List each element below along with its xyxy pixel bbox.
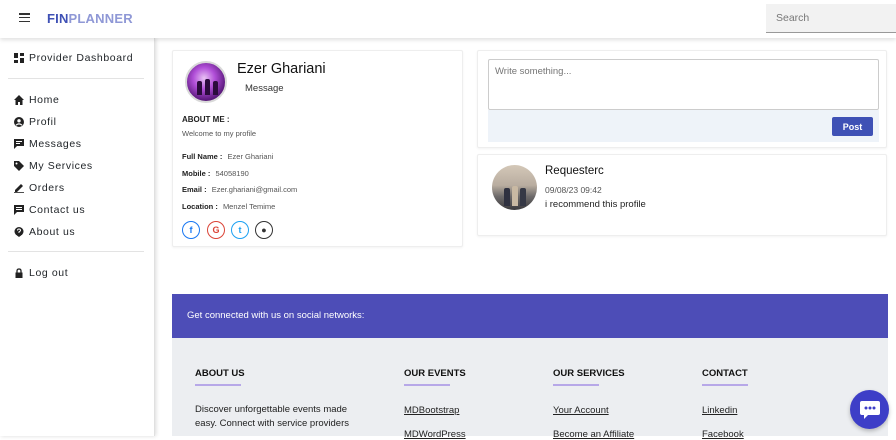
post-textarea[interactable] (488, 59, 879, 110)
footer-heading-underline (553, 384, 599, 386)
footer-heading-services: OUR SERVICES (553, 368, 625, 379)
review-card: Requesterc 09/08/23 09:42 i recommend th… (477, 154, 887, 236)
message-icon (13, 139, 24, 150)
footer-heading-about: ABOUT US (195, 368, 245, 379)
profile-card: Ezer Ghariani Message ABOUT ME : Welcome… (172, 50, 463, 247)
location-row: Location : Menzel Temime (182, 202, 275, 211)
review-date: 09/08/23 09:42 (545, 185, 602, 195)
footer: ABOUT US Discover unforgettable events m… (172, 338, 888, 440)
top-navbar: FINPLANNER (0, 0, 896, 38)
location-value: Menzel Temime (222, 202, 276, 211)
about-text: Welcome to my profile (182, 129, 257, 138)
footer-heading-events: OUR EVENTS (404, 368, 466, 379)
user-icon (13, 117, 24, 128)
profile-avatar (185, 61, 227, 103)
menu-icon[interactable] (19, 13, 30, 23)
email-row: Email : Ezer.ghariani@gmail.com (182, 185, 297, 194)
sidebar-item-profil[interactable]: Profil (13, 116, 57, 128)
mobile-value: 54058190 (215, 169, 249, 178)
brand-logo[interactable]: FINPLANNER (47, 11, 133, 26)
sidebar-item-label: Home (29, 94, 60, 106)
about-title: ABOUT ME : (182, 115, 230, 124)
footer-about-text: Discover unforgettable events made easy.… (195, 404, 349, 429)
sidebar-item-logout[interactable]: Log out (13, 267, 68, 279)
review-text: i recommend this profile (545, 199, 646, 210)
composer-card: Post (477, 50, 887, 148)
pen-icon (13, 183, 24, 194)
footer-heading-underline (404, 384, 450, 386)
footer-link-facebook[interactable]: Facebook (702, 429, 744, 440)
twitter-icon[interactable]: t (231, 221, 249, 239)
email-label: Email : (182, 185, 207, 194)
message-button[interactable]: Message (245, 83, 284, 94)
tag-icon (13, 161, 24, 172)
sidebar-item-label: Provider Dashboard (29, 52, 134, 64)
sidebar-item-messages[interactable]: Messages (13, 138, 82, 150)
lock-icon (13, 268, 24, 279)
sidebar-item-home[interactable]: Home (13, 94, 59, 106)
sidebar-item-orders[interactable]: Orders (13, 182, 65, 194)
profile-name: Ezer Ghariani (237, 61, 326, 77)
reviewer-avatar (492, 165, 537, 210)
sidebar-item-contact-us[interactable]: Contact us (13, 204, 85, 216)
sidebar-divider (8, 78, 144, 79)
sidebar-item-label: Messages (29, 138, 82, 150)
sidebar-item-label: Contact us (29, 204, 86, 216)
footer-link-your-account[interactable]: Your Account (553, 405, 609, 416)
search-input[interactable] (766, 4, 896, 33)
sidebar-item-label: About us (29, 226, 76, 238)
sidebar-item-provider-dashboard[interactable]: Provider Dashboard (13, 52, 133, 64)
sidebar-item-label: My Services (29, 160, 93, 172)
footer-link-linkedin[interactable]: Linkedin (702, 405, 737, 416)
sidebar-item-label: Profil (29, 116, 57, 128)
footer-link-mdbootstrap[interactable]: MDBootstrap (404, 405, 459, 416)
chat-icon (13, 205, 24, 216)
post-button[interactable]: Post (832, 117, 873, 136)
google-icon[interactable]: G (207, 221, 225, 239)
footer-social-band: Get connected with us on social networks… (172, 294, 888, 338)
footer-heading-contact: CONTACT (702, 368, 748, 379)
email-value: Ezer.ghariani@gmail.com (211, 185, 298, 194)
full-name-row: Full Name : Ezer Ghariani (182, 152, 273, 161)
mobile-label: Mobile : (182, 169, 211, 178)
footer-heading-underline (195, 384, 241, 386)
composer-toolbar (488, 110, 879, 142)
sidebar-item-my-services[interactable]: My Services (13, 160, 93, 172)
chat-fab-button[interactable] (850, 390, 889, 429)
footer-heading-underline (702, 384, 748, 386)
brand-part1: FIN (47, 11, 69, 26)
reviewer-name: Requesterc (545, 165, 604, 177)
dashboard-icon (13, 53, 24, 64)
brand-part2: PLANNER (68, 11, 133, 26)
footer-link-mdwordpress[interactable]: MDWordPress (404, 429, 466, 440)
sidebar-item-label: Orders (29, 182, 65, 194)
sidebar-item-label: Log out (29, 267, 69, 279)
location-label: Location : (182, 202, 218, 211)
footer-band-text: Get connected with us on social networks… (187, 310, 365, 321)
sidebar-item-about-us[interactable]: About us (13, 226, 75, 238)
facebook-icon[interactable]: f (182, 221, 200, 239)
mobile-row: Mobile : 54058190 (182, 169, 249, 178)
footer-link-become-affiliate[interactable]: Become an Affiliate (553, 429, 634, 440)
sidebar-divider (8, 251, 144, 252)
home-icon (13, 95, 24, 106)
full-name-label: Full Name : (182, 152, 223, 161)
question-icon (13, 227, 24, 238)
github-icon[interactable]: ● (255, 221, 273, 239)
sidebar: Provider Dashboard Home Profil Messages … (0, 38, 155, 436)
chat-bubble-icon (859, 400, 880, 419)
full-name-value: Ezer Ghariani (227, 152, 274, 161)
